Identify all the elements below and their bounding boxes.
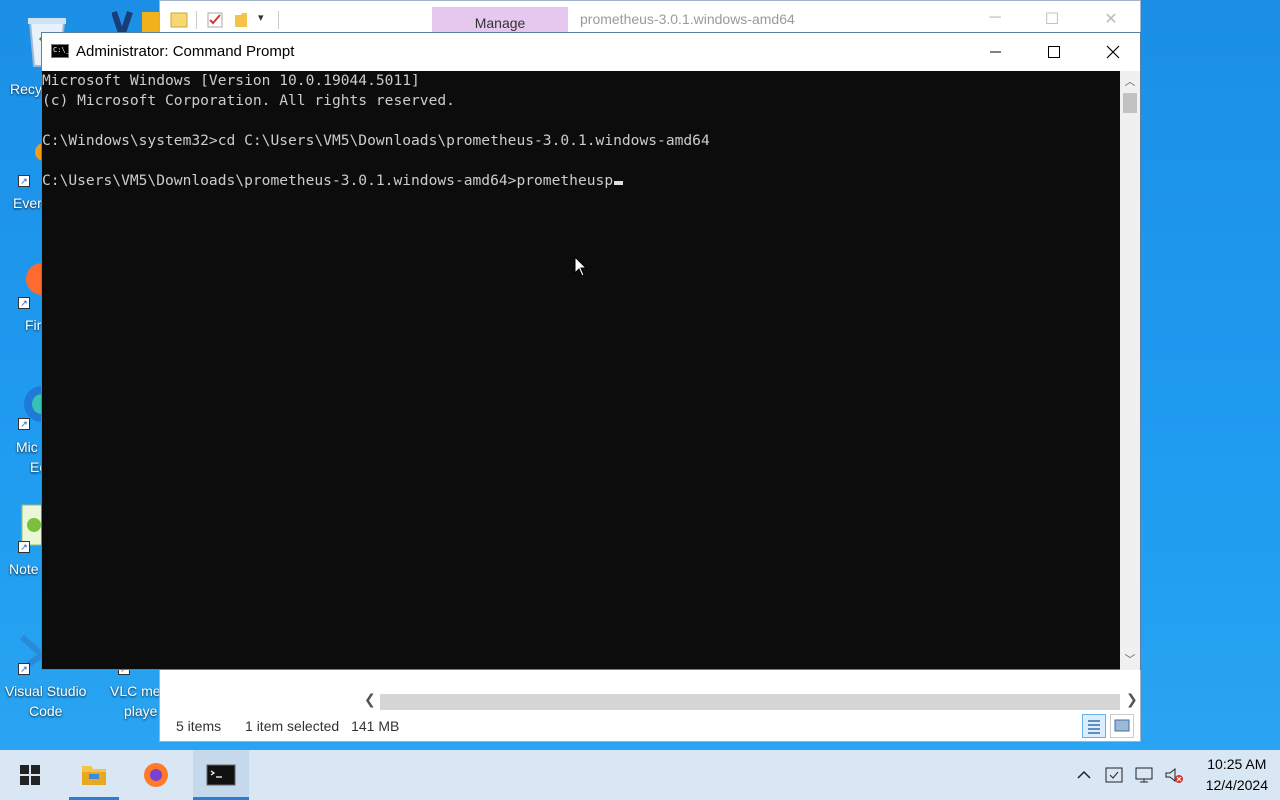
horizontal-scrollbar[interactable]: ❮ ❯ — [360, 691, 1140, 713]
windows-logo-icon — [20, 765, 40, 785]
new-folder-icon[interactable] — [232, 11, 250, 29]
scroll-right-icon[interactable]: ❯ — [1126, 691, 1138, 708]
folder-icon — [82, 766, 106, 785]
taskbar-file-explorer[interactable] — [69, 750, 119, 800]
item-count: 5 items — [176, 718, 222, 734]
chevron-down-icon[interactable]: ▾ — [258, 11, 264, 24]
network-icon[interactable] — [1134, 765, 1154, 785]
desktop-icon-label: Code — [29, 703, 63, 719]
close-icon — [1106, 45, 1120, 59]
window-title: Administrator: Command Prompt — [76, 43, 295, 60]
text-cursor — [614, 181, 624, 185]
taskbar-firefox[interactable] — [131, 750, 181, 800]
scroll-up-icon[interactable]: ︿ — [1120, 73, 1140, 89]
scroll-down-icon[interactable]: ﹀ — [1120, 651, 1140, 667]
maximize-icon — [1048, 46, 1060, 58]
selection-count: 1 item selected — [245, 718, 340, 734]
details-view-button[interactable] — [1082, 714, 1106, 738]
console-line: C:\Windows\system32>cd C:\Users\VM5\Down… — [42, 132, 710, 149]
clock-date: 12/4/2024 — [1205, 777, 1268, 793]
clock-time: 10:25 AM — [1207, 756, 1267, 772]
shortcut-arrow-icon: ↗ — [18, 663, 30, 675]
shortcut-arrow-icon: ↗ — [18, 541, 30, 553]
taskbar-command-prompt[interactable] — [193, 750, 249, 800]
desktop-icon-label: Ever — [13, 195, 42, 211]
minimize-icon — [990, 51, 1001, 53]
desktop-icon-label: Recy — [10, 81, 42, 97]
taskbar: 10:25 AM 12/4/2024 — [0, 750, 1280, 800]
cmd-icon: C:\_ — [51, 44, 70, 58]
console-input-line[interactable]: C:\Users\VM5\Downloads\prometheus-3.0.1.… — [42, 171, 1122, 191]
desktop-icon-label: VLC me — [110, 683, 161, 699]
console-prompt: C:\Users\VM5\Downloads\prometheus-3.0.1.… — [42, 172, 614, 189]
status-bar: 5 items 1 item selected 141 MB — [176, 718, 419, 734]
scrollbar-thumb[interactable] — [380, 694, 1120, 710]
chevron-up-icon[interactable] — [1074, 765, 1094, 785]
desktop-icon-label: Mic — [16, 439, 38, 455]
maximize-button[interactable]: ☐ — [1037, 9, 1067, 29]
desktop-icon-label: Visual Studio — [5, 683, 87, 699]
clock[interactable]: 10:25 AM 12/4/2024 — [1206, 754, 1268, 796]
cmd-titlebar[interactable]: C:\_ Administrator: Command Prompt — [42, 33, 1140, 71]
firefox-icon — [144, 763, 168, 787]
divider — [278, 11, 279, 29]
console-line: Microsoft Windows [Version 10.0.19044.50… — [42, 72, 420, 89]
shortcut-arrow-icon: ↗ — [18, 418, 30, 430]
minimize-button[interactable] — [967, 33, 1025, 71]
desktop-icon-label: Note — [9, 561, 39, 577]
explorer-title: prometheus-3.0.1.windows-amd64 — [580, 11, 795, 27]
desktop-icon-label: playe — [124, 703, 158, 719]
vertical-scrollbar[interactable]: ︿ ﹀ — [1120, 71, 1140, 670]
minimize-button[interactable]: ─ — [980, 9, 1010, 27]
console-line: (c) Microsoft Corporation. All rights re… — [42, 92, 455, 109]
maximize-button[interactable] — [1025, 33, 1083, 71]
defender-icon[interactable] — [1104, 765, 1124, 785]
volume-muted-icon[interactable] — [1164, 765, 1184, 785]
large-icons-view-icon — [1114, 719, 1130, 732]
close-button[interactable]: ✕ — [1096, 9, 1126, 29]
properties-icon[interactable] — [206, 11, 224, 29]
scroll-left-icon[interactable]: ❮ — [364, 691, 376, 708]
mouse-cursor-icon — [574, 256, 588, 277]
console-output[interactable]: Microsoft Windows [Version 10.0.19044.50… — [42, 71, 1122, 670]
desktop-icon-label: Fir — [25, 317, 42, 333]
cmd-icon — [206, 764, 236, 786]
folder-icon[interactable] — [170, 11, 188, 29]
command-prompt-window[interactable]: C:\_ Administrator: Command Prompt Micro… — [41, 32, 1141, 670]
start-button[interactable] — [5, 750, 55, 800]
details-view-icon — [1088, 720, 1100, 734]
scrollbar-thumb[interactable] — [1123, 93, 1137, 113]
large-icons-view-button[interactable] — [1110, 714, 1134, 738]
close-button[interactable] — [1083, 33, 1141, 71]
shortcut-arrow-icon: ↗ — [18, 175, 30, 187]
divider — [196, 11, 197, 29]
selection-size: 141 MB — [351, 718, 400, 734]
shortcut-arrow-icon: ↗ — [18, 297, 30, 309]
